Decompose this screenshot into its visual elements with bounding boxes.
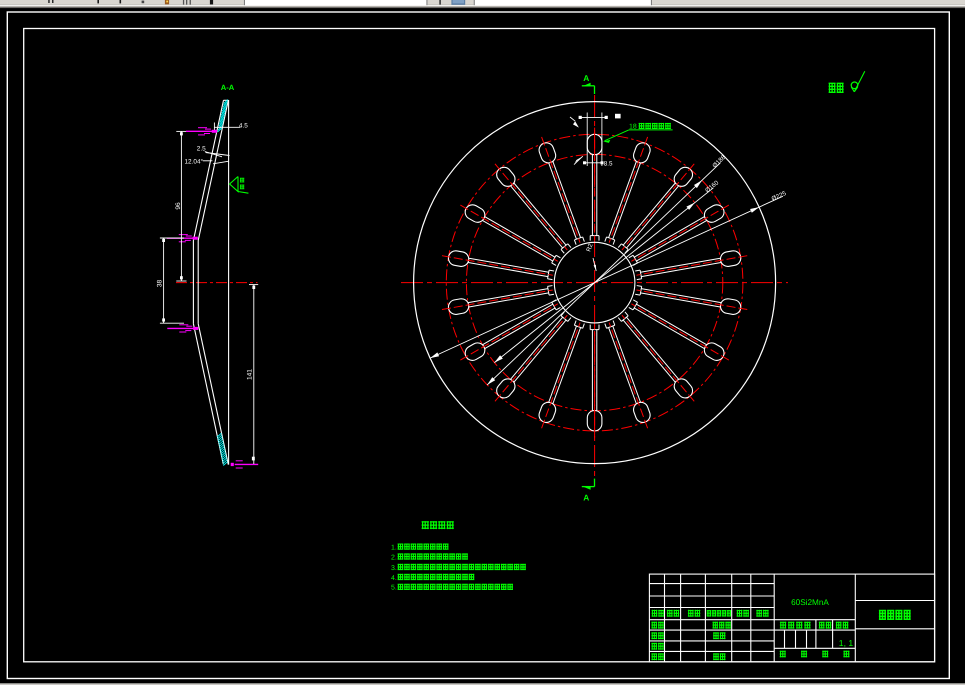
svg-text:2.: 2. [391,554,397,561]
svg-text:5.: 5. [391,585,397,592]
svg-text:3.: 3. [391,565,397,572]
svg-text:60Si2MnA: 60Si2MnA [791,598,829,607]
svg-text:1.: 1. [391,545,397,552]
svg-text:4.5: 4.5 [239,123,248,130]
svg-text:38: 38 [157,280,164,288]
svg-text:4.: 4. [391,575,397,582]
svg-text:A: A [583,493,589,503]
svg-text:1, 1: 1, 1 [839,638,854,648]
svg-text:141: 141 [247,369,254,380]
svg-text:96: 96 [175,202,182,210]
svg-text:A: A [583,73,589,83]
svg-text:A-A: A-A [221,83,235,92]
svg-text:12.04°: 12.04° [185,159,204,166]
svg-text:2.5: 2.5 [197,145,206,152]
svg-text:8.5: 8.5 [604,161,613,168]
